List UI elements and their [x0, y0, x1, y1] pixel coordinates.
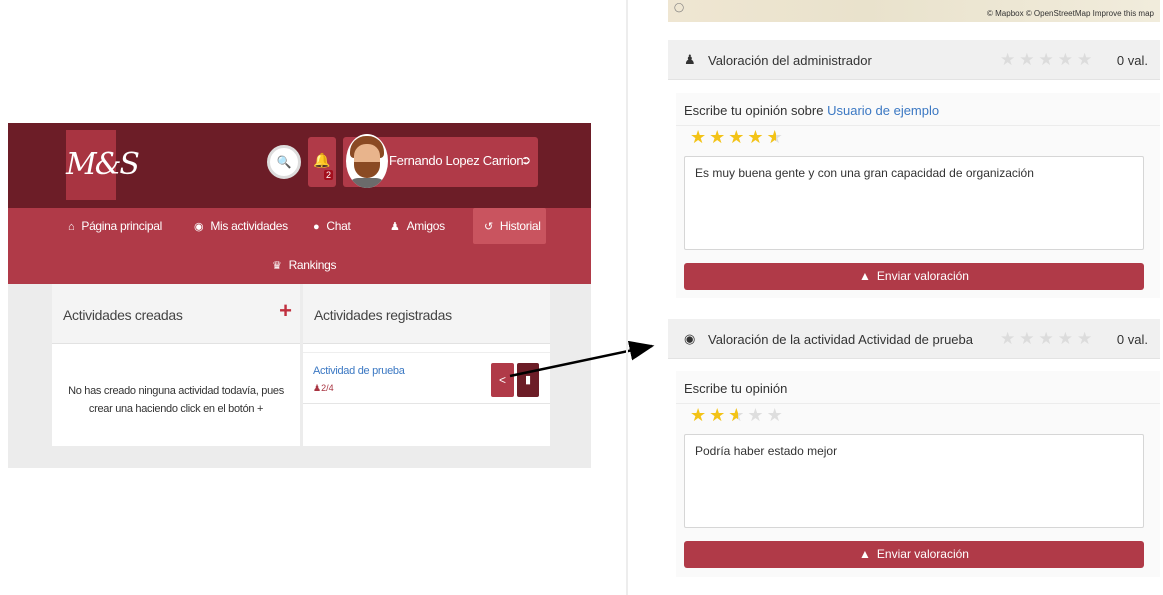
nav-item-chat[interactable]: ● Chat — [313, 219, 351, 233]
location-pin-icon: ◉ — [684, 331, 696, 346]
search-icon: 🔍 — [276, 155, 292, 169]
thumbs-up-icon: ▲ — [859, 547, 871, 561]
avatar — [346, 134, 388, 188]
history-icon: ↺ — [484, 221, 493, 233]
admin-rating-form: Escribe tu opinión sobre Usuario de ejem… — [676, 93, 1160, 298]
main-nav: ⌂ Página principal ◉ Mis actividades ● Chat… — [8, 208, 591, 284]
star-rating-input[interactable]: ★★★★★ — [690, 127, 786, 148]
mapbox-logo-icon: ◯ — [674, 2, 685, 12]
star-rating-input[interactable]: ★★★★★ — [690, 405, 786, 426]
nav-item-history[interactable]: ↺ Historial — [484, 219, 541, 233]
submit-rating-button[interactable]: ▲ Enviar valoración — [684, 541, 1144, 568]
panel-title: Actividades registradas — [314, 307, 452, 323]
chat-bubble-icon: ● — [313, 221, 320, 233]
app-logo[interactable]: M&S — [66, 130, 140, 200]
admin-rating-header: ♟ Valoración del administrador ★★★★★ 0 v… — [668, 40, 1160, 80]
user-icon: ♟ — [684, 52, 696, 67]
star-icon[interactable]: ★ — [767, 405, 786, 425]
trash-icon: ▮ — [524, 374, 532, 386]
logout-icon[interactable]: ➲ — [521, 153, 531, 167]
search-button[interactable]: 🔍 — [267, 145, 301, 179]
star-icon[interactable]: ★ — [747, 127, 766, 147]
rating-count: 0 val. — [1116, 332, 1148, 347]
notification-badge: 2 — [324, 170, 334, 180]
comment-textarea[interactable]: Es muy buena gente y con una gran capaci… — [684, 156, 1144, 250]
app-header: M&S 🔍 🔔 2 Fernando Lopez Carrion ➲ — [8, 123, 591, 208]
nav-item-home[interactable]: ⌂ Página principal — [68, 219, 162, 233]
nav-item-my-activities[interactable]: ◉ Mis actividades — [194, 219, 288, 233]
average-rating-stars: ★★★★★ — [1000, 329, 1097, 348]
user-name: Fernando Lopez Carrion — [389, 153, 524, 168]
created-activities-panel: Actividades creadas + No has creado ning… — [52, 284, 300, 446]
users-icon: ♟ — [390, 221, 400, 233]
rating-count: 0 val. — [1116, 53, 1148, 68]
crown-icon: ♛ — [272, 260, 282, 272]
activity-link[interactable]: Actividad de prueba — [313, 365, 405, 377]
nav-item-rankings[interactable]: ♛ Rankings — [272, 258, 337, 272]
admin-rating-title: Valoración del administrador — [708, 53, 872, 68]
star-icon[interactable]: ★ — [728, 405, 747, 425]
map-attribution[interactable]: © Mapbox © OpenStreetMap Improve this ma… — [987, 9, 1154, 18]
star-icon[interactable]: ★ — [690, 127, 709, 147]
bell-icon: 🔔 — [313, 152, 331, 168]
form-label: Escribe tu opinión — [684, 381, 788, 396]
star-icon[interactable]: ★ — [728, 127, 747, 147]
nav-item-friends[interactable]: ♟ Amigos — [390, 219, 445, 233]
delete-button[interactable]: ▮ — [517, 363, 539, 397]
thumbs-up-icon: ▲ — [859, 269, 871, 283]
star-icon[interactable]: ★ — [767, 127, 786, 147]
home-icon: ⌂ — [68, 221, 75, 233]
share-icon: < — [498, 373, 506, 387]
plus-icon[interactable]: + — [279, 298, 292, 324]
user-link[interactable]: Usuario de ejemplo — [827, 103, 939, 118]
comment-textarea[interactable]: Podría haber estado mejor — [684, 434, 1144, 528]
submit-rating-button[interactable]: ▲ Enviar valoración — [684, 263, 1144, 290]
user-icon: ♟ — [313, 383, 322, 393]
average-rating-stars: ★★★★★ — [1000, 50, 1097, 69]
star-icon[interactable]: ★ — [690, 405, 709, 425]
registered-activities-panel: Actividades registradas Actividad de pru… — [303, 284, 550, 446]
activity-rating-header: ◉ Valoración de la actividad Actividad d… — [668, 319, 1160, 359]
star-icon[interactable]: ★ — [747, 405, 766, 425]
activity-rating-form: Escribe tu opinión ★★★★★ Podría haber es… — [676, 371, 1160, 577]
star-icon[interactable]: ★ — [709, 127, 728, 147]
list-item: Actividad de prueba ♟2/4 < ▮ — [303, 352, 550, 404]
map-preview[interactable]: ◯ © Mapbox © OpenStreetMap Improve this … — [668, 0, 1160, 22]
location-pin-icon: ◉ — [194, 221, 204, 233]
divider — [626, 0, 628, 595]
star-icon[interactable]: ★ — [709, 405, 728, 425]
activity-rating-title: Valoración de la actividad Actividad de … — [708, 332, 973, 347]
panel-title: Actividades creadas — [63, 307, 183, 323]
empty-state-message: No has creado ninguna actividad todavía,… — [68, 385, 284, 415]
user-menu[interactable]: Fernando Lopez Carrion ➲ — [343, 134, 538, 188]
form-label: Escribe tu opinión sobre Usuario de ejem… — [684, 103, 940, 118]
left-app-screenshot: M&S 🔍 🔔 2 Fernando Lopez Carrion ➲ ⌂ Pági… — [8, 123, 591, 468]
share-button[interactable]: < — [491, 363, 514, 397]
participant-count: ♟2/4 — [313, 383, 334, 393]
